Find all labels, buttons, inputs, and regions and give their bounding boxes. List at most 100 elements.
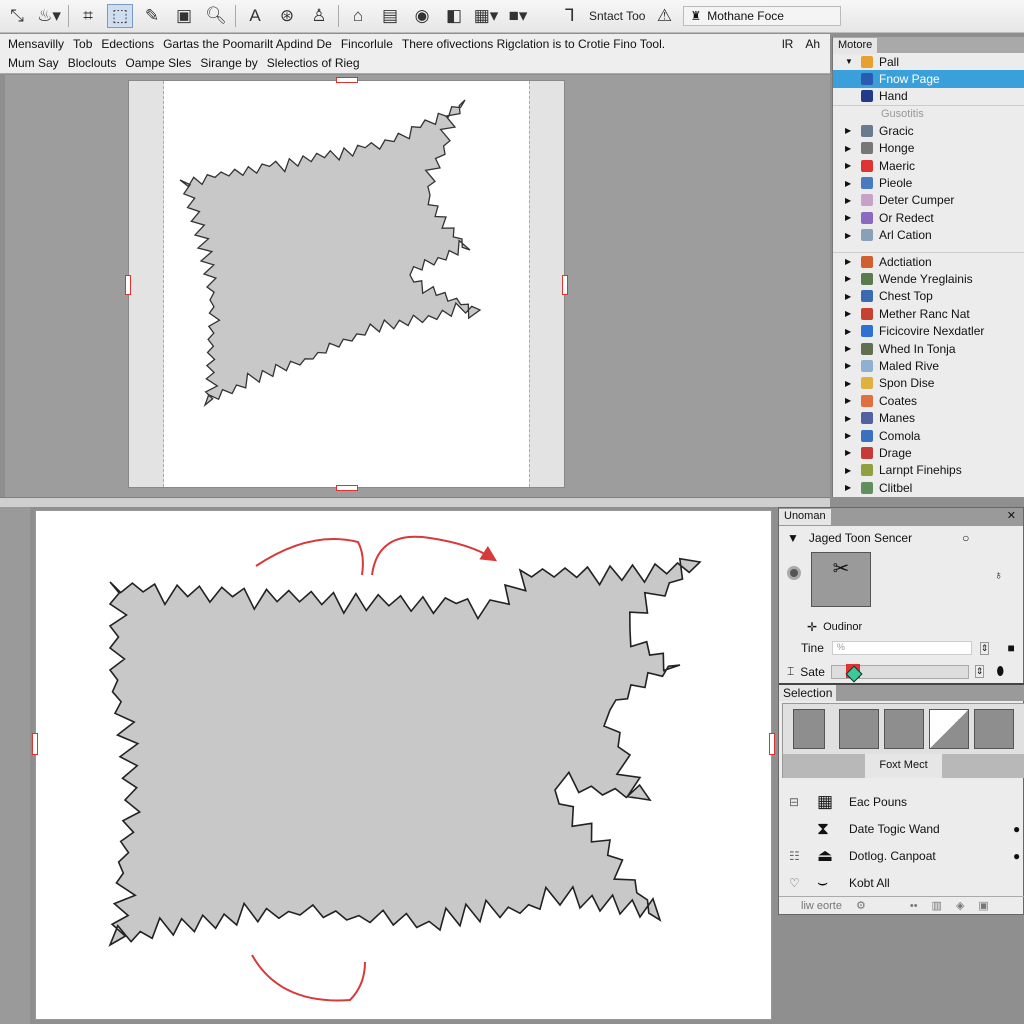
collapse-arrow-icon[interactable]: ▶ <box>845 257 855 266</box>
selection-swatch[interactable] <box>884 709 924 749</box>
collapse-arrow-icon[interactable]: ▶ <box>845 466 855 475</box>
layer-item[interactable]: ▶ Whed In Tonja <box>833 340 1024 357</box>
collapse-arrow-icon[interactable]: ▶ <box>845 483 855 492</box>
layer-icon[interactable]: ▥ <box>932 899 942 912</box>
layer-item[interactable]: Hand <box>833 88 1024 105</box>
collapse-arrow-icon[interactable]: ▶ <box>845 213 855 222</box>
layer-item[interactable]: ▶ Clitbel <box>833 479 1024 496</box>
layer-label: Whed In Tonja <box>879 341 956 356</box>
close-icon[interactable]: ✕ <box>1002 508 1021 524</box>
tool-item[interactable]: ⧗ Date Togic Wand ● <box>779 815 1024 842</box>
time-input[interactable]: % <box>831 641 972 655</box>
layer-thumbnail-icon <box>861 159 873 172</box>
grid-icon: ▦ <box>817 791 834 811</box>
layer-item[interactable]: ▶ Spon Dise <box>833 375 1024 392</box>
selection-swatch[interactable] <box>929 709 969 749</box>
shape-preview[interactable]: ✂ <box>811 552 871 607</box>
selection-tab[interactable]: Selection <box>779 685 837 701</box>
properties-tab[interactable]: Unoman <box>779 509 831 525</box>
shape-icon[interactable]: ⬮ <box>996 664 1004 679</box>
collapse-arrow-icon[interactable]: ▶ <box>845 274 855 283</box>
layers-tab[interactable]: Motore <box>833 38 878 54</box>
spinner-icon[interactable]: ⇕ <box>979 641 990 655</box>
collapse-arrow-icon[interactable]: ▶ <box>845 396 855 405</box>
layer-item[interactable]: ▶ Manes <box>833 409 1024 426</box>
layer-item[interactable]: ▶ Honge <box>833 140 1024 157</box>
layer-item[interactable]: ▶ Adctiation <box>833 253 1024 270</box>
size-label: Sate <box>800 664 825 679</box>
tag-icon[interactable]: ◈ <box>956 899 964 912</box>
collapse-arrow-icon[interactable]: ▼ <box>787 531 799 545</box>
layer-item[interactable]: ▶ Arl Cation <box>833 227 1024 244</box>
magic-wand-icon: ⧗ <box>817 818 829 838</box>
layer-thumbnail-icon <box>861 90 873 103</box>
layer-label: Or Redect <box>879 210 934 225</box>
collapse-arrow-icon[interactable]: ▶ <box>845 344 855 353</box>
tool-item[interactable]: ⊟ ▦ Eac Pouns <box>779 788 1024 815</box>
collapse-arrow-icon[interactable]: ▶ <box>845 126 855 135</box>
font-mect-button[interactable]: Foxt Mect <box>865 754 942 778</box>
layer-item[interactable]: ▶ Or Redect <box>833 209 1024 226</box>
circle-icon[interactable]: ○ <box>962 531 969 545</box>
layer-item[interactable]: ▼ Pall <box>833 53 1024 70</box>
collapse-arrow-icon[interactable]: ▶ <box>845 231 855 240</box>
collapse-arrow-icon[interactable]: ▶ <box>845 361 855 370</box>
layer-label: Comola <box>879 428 921 443</box>
collapse-arrow-icon[interactable]: ▶ <box>845 196 855 205</box>
info-icon[interactable]: ● <box>1013 822 1020 836</box>
radio-icon[interactable] <box>787 566 801 580</box>
selection-swatch[interactable] <box>839 709 879 749</box>
selection-swatch[interactable] <box>974 709 1014 749</box>
collapse-arrow-icon[interactable]: ▶ <box>845 448 855 457</box>
layers-panel: Motore ▼ Pall Fnow Page Hand Gusotitis ▶ Graci… <box>832 37 1024 497</box>
collapse-arrow-icon[interactable]: ▶ <box>845 144 855 153</box>
collapse-arrow-icon[interactable]: ▶ <box>845 292 855 301</box>
collapse-arrow-icon[interactable]: ▶ <box>845 431 855 440</box>
jagged-shape[interactable] <box>179 99 482 407</box>
info-icon[interactable]: ● <box>1013 849 1020 863</box>
tool-item[interactable]: ☷ ⏏ Dotlog. Canpoat ● <box>779 842 1024 869</box>
fill-icon[interactable]: ■ <box>1007 641 1014 655</box>
selection-swatch[interactable] <box>793 709 825 749</box>
expand-arrow-icon[interactable]: ▼ <box>845 57 855 66</box>
layer-thumbnail-icon <box>861 255 873 268</box>
layer-item[interactable]: ▶ Maled Rive <box>833 357 1024 374</box>
layer-item[interactable]: ▶ Comola <box>833 427 1024 444</box>
layer-item[interactable]: ▶ Chest Top <box>833 288 1024 305</box>
collapse-arrow-icon[interactable]: ▶ <box>845 161 855 170</box>
layer-item[interactable]: ▶ Mether Ranc Nat <box>833 305 1024 322</box>
collapse-arrow-icon[interactable]: ▶ <box>845 327 855 336</box>
stamp-icon: ⏏ <box>817 845 834 865</box>
collapse-arrow-icon[interactable]: ▶ <box>845 414 855 423</box>
tool-label: Kobt All <box>849 875 890 890</box>
layer-item[interactable]: ▶ Coates <box>833 392 1024 409</box>
spinner-icon[interactable]: ⇕ <box>974 665 985 678</box>
layer-label: Arl Cation <box>879 228 932 243</box>
bulb-icon[interactable]: ♁ <box>994 568 1003 582</box>
collapse-arrow-icon[interactable]: ▶ <box>845 179 855 188</box>
layer-item[interactable]: ▶ Drage <box>833 444 1024 461</box>
layer-item[interactable]: ▶ Larnpt Finehips <box>833 462 1024 479</box>
layer-thumbnail-icon <box>861 229 873 242</box>
top-jagged-shape-layer <box>179 99 482 407</box>
layer-thumbnail-icon <box>861 307 873 320</box>
jagged-shape-large[interactable] <box>108 557 702 947</box>
outline-label: Oudinor <box>823 621 863 633</box>
tool-item[interactable]: ♡ ⌣ Kobt All <box>779 869 1024 896</box>
collapse-arrow-icon[interactable]: ▶ <box>845 379 855 388</box>
side-icon: ☷ <box>789 848 800 863</box>
layer-item[interactable]: ▶ Wende Yreglainis <box>833 270 1024 287</box>
layer-item[interactable]: ▶ Gracic <box>833 122 1024 139</box>
layer-item[interactable]: ▶ Deter Cumper <box>833 192 1024 209</box>
group-label: Gusotitis <box>833 105 1024 122</box>
folder-icon[interactable]: ▣ <box>978 899 988 912</box>
layer-thumbnail-icon <box>861 290 873 303</box>
collapse-arrow-icon[interactable]: ▶ <box>845 309 855 318</box>
more-icon[interactable]: •• <box>910 900 918 912</box>
layer-item[interactable]: ▶ Pieole <box>833 174 1024 191</box>
settings-icon[interactable]: ⚙ <box>856 899 866 912</box>
layer-item[interactable]: Fnow Page <box>833 70 1024 88</box>
layer-item[interactable]: ▶ Ficicovire Nexdatler <box>833 322 1024 339</box>
size-slider[interactable] <box>830 663 969 682</box>
layer-item[interactable]: ▶ Maeric <box>833 157 1024 174</box>
